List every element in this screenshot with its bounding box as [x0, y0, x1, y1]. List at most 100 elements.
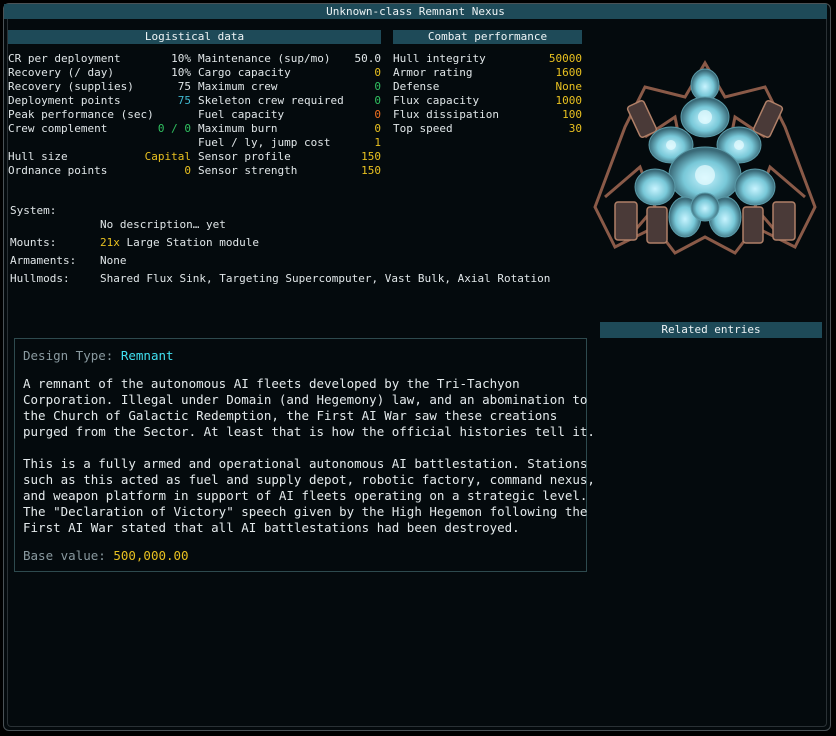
- stat-row: Skeleton crew required 0: [198, 94, 381, 108]
- stat-row: Flux dissipation 100: [393, 108, 582, 122]
- stat-row: [8, 136, 191, 150]
- stat-value: 150: [361, 150, 381, 163]
- mounts-type: Large Station module: [126, 236, 259, 249]
- stat-row: Hull size Capital: [8, 150, 191, 164]
- armaments-label: Armaments:: [10, 254, 77, 267]
- design-type-label: Design Type:: [23, 348, 114, 363]
- stat-row: Deployment points 75: [8, 94, 191, 108]
- stat-value: 1000: [555, 94, 583, 107]
- stat-row: Fuel capacity 0: [198, 108, 381, 122]
- stat-label: Skeleton crew required: [198, 94, 344, 107]
- description-line: such as this acted as fuel and supply de…: [23, 472, 595, 487]
- stat-row: Recovery (supplies) 75: [8, 80, 191, 94]
- system-description: No description… yet: [100, 218, 226, 231]
- stat-value: 50.0: [354, 52, 382, 65]
- stat-value: 10%: [171, 66, 191, 79]
- description-line: the Church of Galactic Redemption, the F…: [23, 408, 558, 423]
- stat-value: 0 / 0: [157, 122, 191, 135]
- stat-row: Hull integrity 50000: [393, 52, 582, 66]
- stat-row: Peak performance (sec): [8, 108, 191, 122]
- stat-label: Maintenance (sup/mo): [198, 52, 331, 65]
- design-type-value: Remnant: [120, 348, 174, 363]
- stat-value: 100: [562, 108, 582, 121]
- stat-value: 75: [177, 80, 191, 93]
- stat-row: Cargo capacity 0: [198, 66, 381, 80]
- description-line: A remnant of the autonomous AI fleets de…: [23, 376, 520, 391]
- armaments-value: None: [100, 254, 127, 267]
- stat-row: Maintenance (sup/mo) 50.0: [198, 52, 381, 66]
- stat-row: Armor rating 1600: [393, 66, 582, 80]
- stat-value: 150: [361, 164, 381, 177]
- window-title: Unknown-class Remnant Nexus: [4, 4, 827, 19]
- stat-label: Sensor strength: [198, 164, 298, 177]
- description-line: and weapon platform in support of AI fle…: [23, 488, 588, 503]
- stat-row: Ordnance points 0: [8, 164, 191, 178]
- system-label: System:: [10, 204, 57, 217]
- stat-value: 0: [374, 80, 381, 93]
- stat-label: Hull size: [8, 150, 68, 163]
- stat-label: CR per deployment: [8, 52, 121, 65]
- stat-label: Flux dissipation: [393, 108, 499, 121]
- design-type-line: Design Type: Remnant: [23, 348, 174, 364]
- stat-label: Deployment points: [8, 94, 121, 107]
- stat-row: Crew complement 0 / 0: [8, 122, 191, 136]
- stat-row: Top speed 30: [393, 122, 582, 136]
- stat-label: Cargo capacity: [198, 66, 291, 79]
- stat-value: 0: [374, 108, 381, 121]
- stat-label: Armor rating: [393, 66, 473, 79]
- stat-row: Sensor strength 150: [198, 164, 381, 178]
- remnant-nexus-ship-image: [593, 60, 817, 255]
- description-line: Corporation. Illegal under Domain (and H…: [23, 392, 588, 407]
- stat-label: Fuel capacity: [198, 108, 285, 121]
- stat-row: Maximum burn 0: [198, 122, 381, 136]
- stat-value: 10%: [171, 52, 191, 65]
- mounts-label: Mounts:: [10, 236, 57, 249]
- description-panel: Design Type: Remnant A remnant of the au…: [14, 338, 595, 572]
- stat-value: 0: [374, 66, 381, 79]
- stat-row: Fuel / ly, jump cost 1: [198, 136, 381, 150]
- stat-row: Defense None: [393, 80, 582, 94]
- stat-value: 1: [374, 136, 381, 149]
- stat-label: Top speed: [393, 122, 453, 135]
- base-value-amount: 500,000.00: [113, 548, 189, 563]
- stat-value: None: [555, 80, 583, 93]
- stat-label: Hull integrity: [393, 52, 486, 65]
- stat-value: 0: [374, 94, 381, 107]
- base-value-line: Base value: 500,000.00: [23, 548, 189, 564]
- stat-label: Crew complement: [8, 122, 108, 135]
- stat-label: Ordnance points: [8, 164, 108, 177]
- stat-label: Fuel / ly, jump cost: [198, 136, 331, 149]
- hullmods-value: Shared Flux Sink, Targeting Supercompute…: [100, 272, 551, 285]
- stat-label: Defense: [393, 80, 440, 93]
- stat-value: 1600: [555, 66, 583, 79]
- stat-row: CR per deployment 10%: [8, 52, 191, 66]
- stat-label: Maximum burn: [198, 122, 278, 135]
- description-line: First AI War stated that all AI battlest…: [23, 520, 520, 535]
- stat-value: 30: [568, 122, 582, 135]
- base-value-label: Base value:: [23, 548, 106, 563]
- stat-label: Maximum crew: [198, 80, 278, 93]
- stat-label: Peak performance (sec): [8, 108, 154, 121]
- mounts-count: 21x: [100, 236, 120, 249]
- stat-label: Sensor profile: [198, 150, 291, 163]
- stat-label: Recovery (/ day): [8, 66, 114, 79]
- stat-row: Flux capacity 1000: [393, 94, 582, 108]
- mounts-value: 21x Large Station module: [100, 236, 259, 250]
- description-line: This is a fully armed and operational au…: [23, 456, 588, 471]
- hullmods-label: Hullmods:: [10, 272, 70, 285]
- logistical-data-header: Logistical data: [8, 30, 381, 44]
- description-line: The "Declaration of Victory" speech give…: [23, 504, 588, 519]
- description-line: purged from the Sector. At least that is…: [23, 424, 595, 439]
- stat-value: Capital: [144, 150, 191, 163]
- stat-row: Sensor profile 150: [198, 150, 381, 164]
- stat-label: Recovery (supplies): [8, 80, 134, 93]
- stat-label: Flux capacity: [393, 94, 480, 107]
- stat-value: 50000: [548, 52, 582, 65]
- stat-value: 75: [177, 94, 191, 107]
- stat-value: 0: [184, 164, 191, 177]
- stat-value: 0: [374, 122, 381, 135]
- related-entries-header: Related entries: [600, 322, 822, 338]
- stat-row: Maximum crew 0: [198, 80, 381, 94]
- combat-performance-header: Combat performance: [393, 30, 582, 44]
- stat-row: Recovery (/ day) 10%: [8, 66, 191, 80]
